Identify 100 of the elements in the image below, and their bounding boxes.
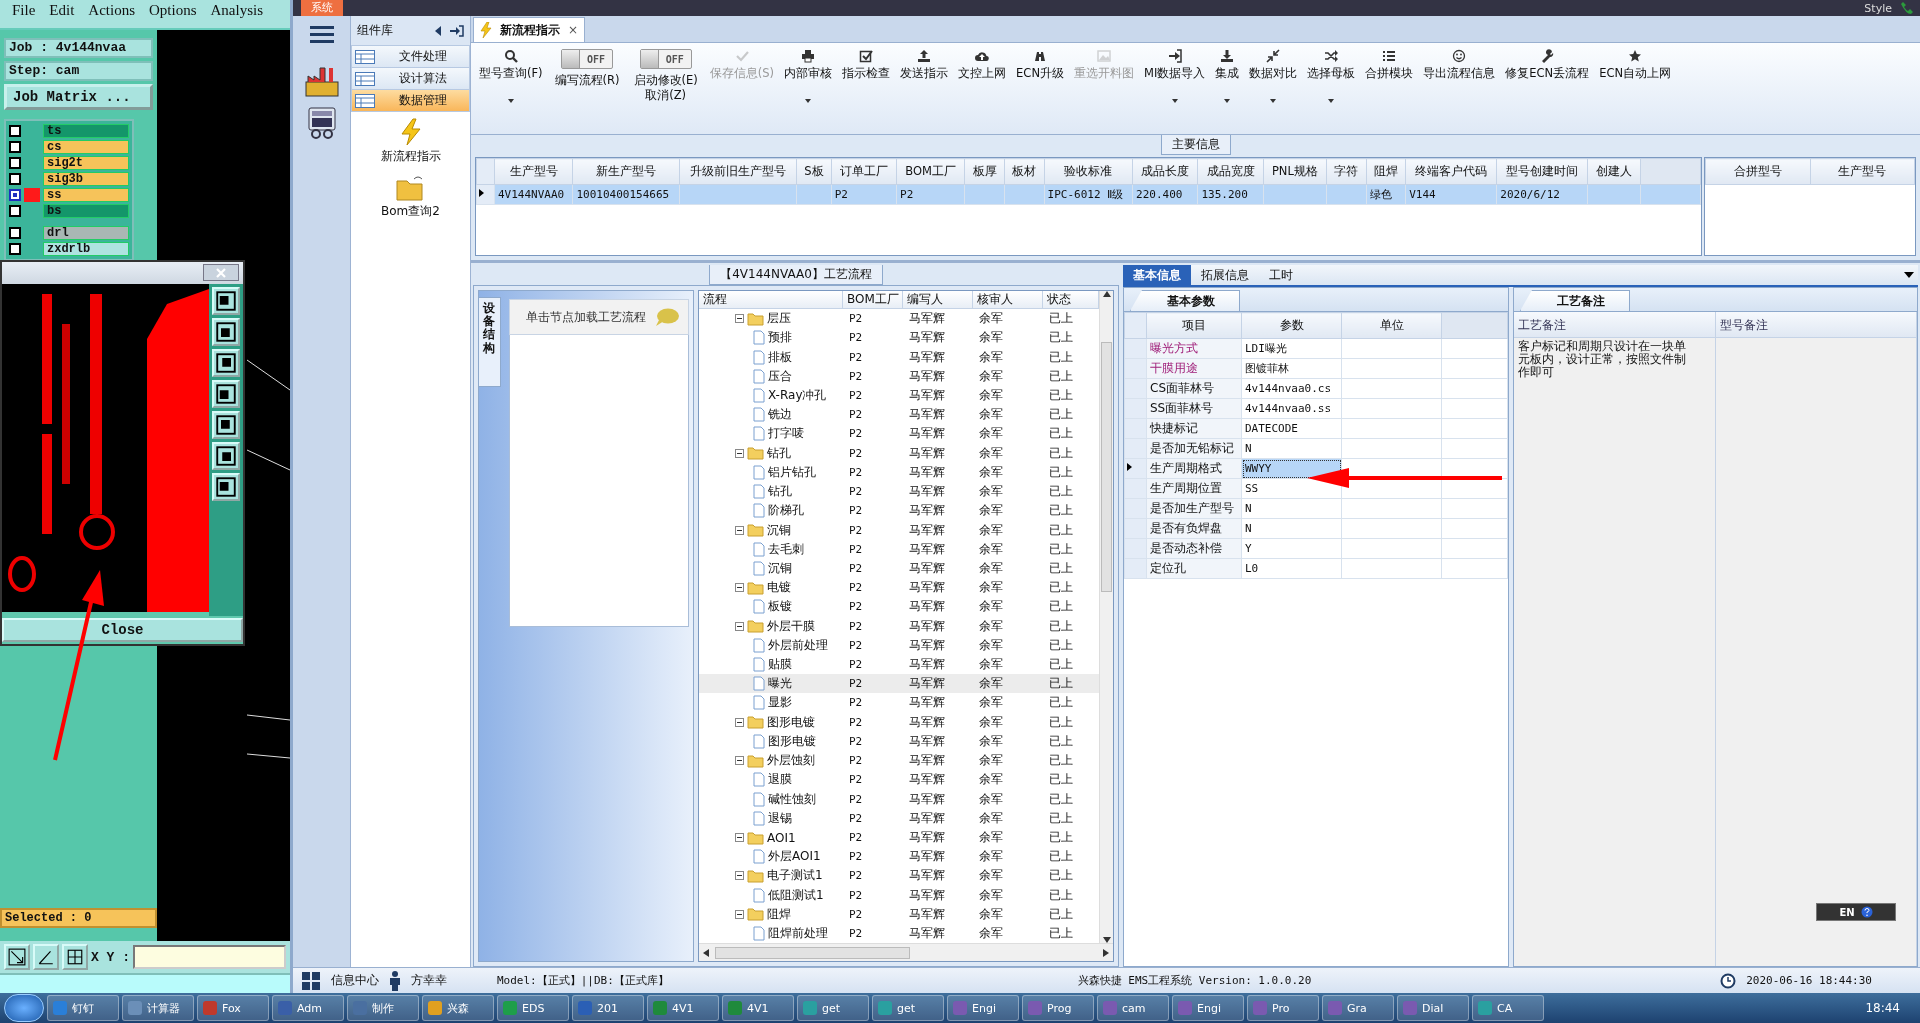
taskbar-button[interactable]: Gra — [1322, 995, 1394, 1021]
taskbar-button[interactable]: Engi — [1172, 995, 1244, 1021]
column-header[interactable]: 终端客户代码 — [1405, 158, 1497, 185]
column-header[interactable]: 生产型号 — [494, 158, 573, 185]
taskbar-button[interactable]: CA — [1472, 995, 1544, 1021]
close-button[interactable]: × — [568, 23, 579, 37]
taskbar-button[interactable]: get — [797, 995, 869, 1021]
menu-item[interactable]: File — [12, 2, 36, 19]
ribbon-button[interactable]: 文控上网 — [954, 47, 1011, 83]
scroll-left-icon[interactable] — [703, 948, 709, 957]
column-header[interactable]: 合拼型号 — [1705, 158, 1810, 185]
tree-row[interactable]: X-Ray冲孔 P2 马军辉 余军 已上 — [699, 385, 1099, 406]
toggle-switch[interactable]: OFF — [639, 49, 692, 69]
dropdown-icon[interactable] — [1904, 271, 1914, 279]
column-header[interactable]: 核审人 — [973, 291, 1043, 308]
tree-row[interactable]: 外层蚀刻 P2 马军辉 余军 已上 — [699, 751, 1099, 771]
column-header[interactable]: 编写人 — [903, 291, 973, 308]
column-header[interactable]: 流程 — [699, 291, 843, 308]
tree-row[interactable]: 外层干膜 P2 马军辉 余军 已上 — [699, 616, 1099, 636]
layer-name[interactable]: ts — [43, 124, 129, 138]
tree-row[interactable]: 压合 P2 马军辉 余军 已上 — [699, 366, 1099, 386]
ribbon-button[interactable]: MI数据导入 — [1140, 47, 1210, 108]
taskbar-button[interactable]: 兴森 — [422, 995, 494, 1021]
library-item[interactable]: 设计算法 — [351, 68, 470, 90]
taskbar-button[interactable]: cam — [1097, 995, 1169, 1021]
taskbar-button[interactable]: EDS — [497, 995, 569, 1021]
column-header[interactable]: BOM工厂 — [896, 158, 965, 185]
tree-row[interactable]: 阻焊前处理 P2 马军辉 余军 已上 — [699, 924, 1099, 944]
job-matrix-button[interactable]: Job Matrix ... — [4, 84, 153, 110]
tree-row[interactable]: 曝光 P2 马军辉 余军 已上 — [699, 674, 1099, 694]
table-cell[interactable]: N — [1241, 498, 1342, 519]
column-header[interactable]: 新生产型号 — [572, 158, 680, 185]
column-header[interactable]: 项目 — [1146, 312, 1242, 339]
collapse-icon[interactable] — [735, 717, 744, 727]
ribbon-button[interactable]: 集成 — [1211, 47, 1244, 108]
taskbar-button[interactable]: 钉钉 — [47, 995, 119, 1021]
tree-row[interactable]: 退膜 P2 马军辉 余军 已上 — [699, 770, 1099, 790]
table-cell[interactable]: DATECODE — [1241, 418, 1342, 439]
collapse-icon[interactable] — [735, 833, 744, 842]
layer-name[interactable]: ss — [43, 188, 129, 202]
table-cell[interactable]: LDI曝光 — [1241, 338, 1342, 359]
tab[interactable]: 工艺备注 — [1520, 290, 1630, 311]
ribbon-button[interactable]: 内部审核 — [780, 47, 837, 108]
collapse-icon[interactable] — [735, 314, 744, 324]
tree-row[interactable]: 铣边 P2 马军辉 余军 已上 — [699, 405, 1099, 425]
taskbar-button[interactable]: Prog — [1022, 995, 1094, 1021]
library-item[interactable]: 文件处理 — [351, 46, 470, 68]
tree-row[interactable]: 阻焊 P2 马军辉 余军 已上 — [699, 904, 1099, 924]
tool-button[interactable] — [62, 944, 88, 970]
table-cell[interactable]: N — [1241, 518, 1342, 539]
view-tool-button[interactable] — [212, 380, 240, 408]
info-center-link[interactable]: 信息中心 — [331, 972, 379, 989]
column-header[interactable]: 验收标准 — [1044, 158, 1133, 185]
sign-in-icon[interactable] — [450, 24, 464, 37]
tab[interactable]: 基本参数 — [1130, 290, 1240, 311]
view-tool-button[interactable] — [212, 287, 240, 315]
column-header[interactable]: 单位 — [1341, 312, 1442, 339]
table-row[interactable]: 4V144NVAA0 10010400154665 P2 P2 IPC-6012 Ⅱ级 220.400 135.200 绿色 V144 2020/6/12 — [476, 184, 1701, 205]
scroll-up-icon[interactable] — [1102, 291, 1111, 297]
taskbar-button[interactable]: Fox — [197, 995, 269, 1021]
taskbar-button[interactable]: 4V1 — [647, 995, 719, 1021]
scrollbar[interactable] — [1099, 291, 1113, 943]
collapse-icon[interactable] — [735, 756, 744, 766]
start-button[interactable] — [4, 994, 44, 1022]
phone-icon[interactable] — [1900, 1, 1914, 15]
menu-item[interactable]: Actions — [88, 2, 135, 19]
factory-icon[interactable] — [303, 64, 340, 98]
table-cell[interactable]: 图镀菲林 — [1241, 358, 1342, 379]
tree-row[interactable]: 钻孔 P2 马军辉 余军 已上 — [699, 443, 1099, 463]
column-header[interactable]: 型号创建时间 — [1496, 158, 1588, 185]
collapse-icon[interactable] — [735, 909, 744, 919]
column-header[interactable]: 订单工厂 — [831, 158, 897, 185]
scrollbar[interactable] — [699, 943, 1113, 961]
column-header[interactable]: 阻焊 — [1366, 158, 1406, 185]
tab[interactable]: 工时 — [1259, 265, 1303, 285]
document-tab[interactable]: 新流程指示 × — [473, 17, 586, 42]
column-header[interactable]: 生产型号 — [1810, 158, 1915, 185]
layer-checkbox[interactable] — [9, 205, 21, 217]
taskbar-button[interactable]: 计算器 — [122, 995, 194, 1021]
tree-row[interactable]: 层压 P2 马军辉 余军 已上 — [699, 309, 1099, 329]
collapse-icon[interactable] — [735, 621, 744, 631]
view-tool-button[interactable] — [212, 349, 240, 377]
ribbon-button[interactable]: ECN自动上网 — [1595, 47, 1676, 83]
view-tool-button[interactable] — [212, 318, 240, 346]
tree-row[interactable]: 图形电镀 P2 马军辉 余军 已上 — [699, 731, 1099, 752]
tree-row[interactable]: 沉铜 P2 马军辉 余军 已上 — [699, 558, 1099, 579]
scroll-right-icon[interactable] — [1103, 948, 1109, 957]
taskbar-button[interactable]: 201 — [572, 995, 644, 1021]
tree-row[interactable]: 钻孔 P2 马军辉 余军 已上 — [699, 481, 1099, 502]
layer-name[interactable]: sig2t — [43, 156, 129, 170]
taskbar-button[interactable]: Engi — [947, 995, 1019, 1021]
shortcut-button[interactable]: 新流程指示 — [351, 112, 470, 169]
column-header[interactable]: 板材 — [1004, 158, 1045, 185]
menu-item[interactable]: Edit — [49, 2, 75, 19]
layer-checkbox[interactable] — [9, 227, 21, 239]
layer-name[interactable]: cs — [43, 140, 129, 154]
view-tool-button[interactable] — [212, 473, 240, 501]
grid-icon[interactable] — [301, 970, 321, 991]
column-header[interactable]: S板 — [796, 158, 832, 185]
language-bar[interactable]: EN — [1816, 903, 1896, 921]
